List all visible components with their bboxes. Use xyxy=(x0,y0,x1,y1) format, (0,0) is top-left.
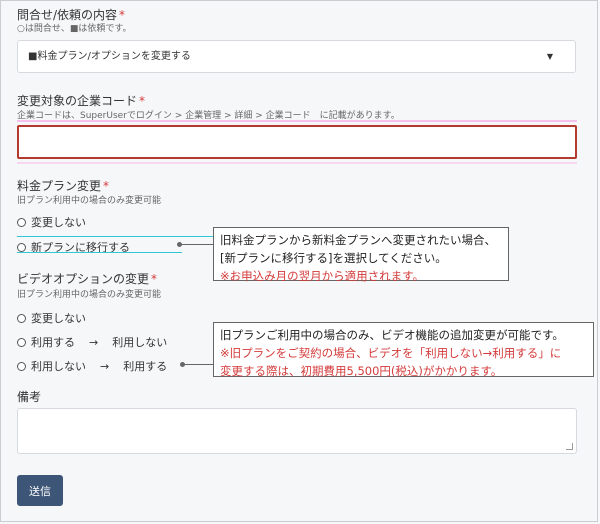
radio-video-use-to-nouse[interactable]: 利用する → 利用しない xyxy=(17,334,167,350)
video-callout: 旧プランご利用中の場合のみ、ビデオ機能の追加変更が可能です。 ※旧プランをご契約… xyxy=(213,322,594,378)
arrow-right-icon: → xyxy=(89,335,99,349)
arrow-right-icon: → xyxy=(100,359,110,373)
required-mark: * xyxy=(119,8,126,22)
resize-grip-icon[interactable] xyxy=(566,443,573,450)
submit-button[interactable]: 送信 xyxy=(17,475,63,506)
remarks-label: 備考 xyxy=(17,390,42,404)
inquiry-hint: ○は問合せ、■は依頼です。 xyxy=(17,24,132,34)
video-option-hint: 旧プラン利用中の場合のみ変更可能 xyxy=(17,290,162,300)
plan-callout: 旧料金プランから新料金プランへ変更されたい場合、 [新プランに移行する]を選択し… xyxy=(213,227,509,283)
highlight-line xyxy=(17,236,213,237)
plan-change-label: 料金プラン変更 * xyxy=(17,179,110,193)
callout-leader xyxy=(180,244,213,245)
company-code-input[interactable] xyxy=(17,125,577,159)
callout-dot xyxy=(177,242,182,247)
required-mark: * xyxy=(139,94,146,108)
plan-callout-line2: [新プランに移行する]を選択してください。 xyxy=(220,251,447,265)
plan-callout-line3: ※お申込み月の翌月から適用されます。 xyxy=(220,269,424,283)
radio-circle-icon xyxy=(17,217,26,227)
callout-leader xyxy=(183,364,213,365)
company-code-label: 変更対象の企業コード * xyxy=(17,94,146,108)
radio-video-no-change[interactable]: 変更しない xyxy=(17,310,86,326)
inquiry-selected-value: ■料金プラン/オプションを変更する xyxy=(28,51,191,62)
video-callout-line1: 旧プランご利用中の場合のみ、ビデオ機能の追加変更が可能です。 xyxy=(220,328,564,342)
radio-video-nouse-to-use[interactable]: 利用しない → 利用する xyxy=(17,358,167,374)
radio-circle-icon xyxy=(17,361,26,371)
plan-callout-line1: 旧料金プランから新料金プランへ変更されたい場合、 xyxy=(220,233,496,247)
video-callout-line3: 変更する際は、初期費用5,500円(税込)がかかります。 xyxy=(220,364,503,378)
required-mark: * xyxy=(103,179,110,193)
inquiry-select[interactable]: ■料金プラン/オプションを変更する ▼ xyxy=(17,40,576,73)
plan-change-hint: 旧プラン利用中の場合のみ変更可能 xyxy=(17,196,162,206)
chevron-down-icon: ▼ xyxy=(546,52,553,61)
video-option-label: ビデオオプションの変更 * xyxy=(17,272,158,286)
radio-circle-icon xyxy=(17,242,26,252)
radio-circle-icon xyxy=(17,313,26,323)
highlight-line xyxy=(17,120,577,122)
highlight-line xyxy=(17,252,182,253)
callout-dot xyxy=(180,362,185,367)
radio-plan-no-change[interactable]: 変更しない xyxy=(17,214,86,230)
required-mark: * xyxy=(151,272,158,286)
highlight-line xyxy=(17,162,577,164)
radio-circle-icon xyxy=(17,337,26,347)
remarks-textarea[interactable] xyxy=(17,408,577,454)
video-callout-line2: ※旧プランをご契約の場合、ビデオを「利用しない→利用する」に xyxy=(220,346,562,360)
